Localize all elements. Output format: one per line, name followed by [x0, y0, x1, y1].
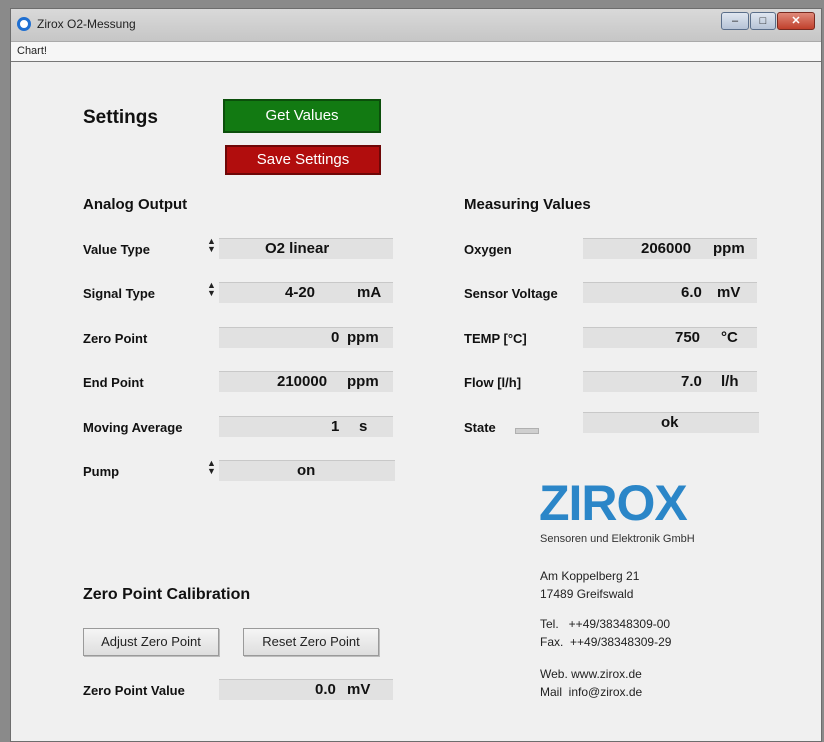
- contact-tel: Tel. ++49/38348309-00: [540, 617, 671, 631]
- pump-field[interactable]: on: [219, 460, 395, 481]
- moving-average-label: Moving Average: [83, 420, 183, 435]
- app-window: Zirox O2-Messung – □ ✕ Chart! Settings G…: [10, 8, 822, 742]
- sensor-voltage-label: Sensor Voltage: [464, 286, 558, 301]
- sensor-voltage-value: 6.0: [681, 284, 702, 301]
- oxygen-value: 206000: [641, 240, 692, 257]
- temp-field: 750 °C: [583, 327, 757, 348]
- state-field: ok: [583, 412, 759, 433]
- measuring-values-title: Measuring Values: [464, 196, 591, 213]
- temp-unit: °C: [721, 329, 738, 346]
- flow-value: 7.0: [681, 373, 702, 390]
- oxygen-label: Oxygen: [464, 242, 512, 257]
- minimize-button[interactable]: –: [721, 12, 749, 30]
- signal-type-field[interactable]: 4-20 mA: [219, 282, 393, 303]
- signal-type-unit: mA: [357, 284, 382, 301]
- pump-value: on: [297, 462, 316, 479]
- value-type-value: O2 linear: [265, 240, 330, 257]
- analog-output-title: Analog Output: [83, 196, 188, 213]
- end-point-label: End Point: [83, 375, 144, 390]
- signal-type-label: Signal Type: [83, 286, 155, 301]
- state-label: State: [464, 420, 496, 435]
- zero-point-value-unit: mV: [347, 681, 371, 698]
- zero-point-field[interactable]: 0 ppm: [219, 327, 393, 348]
- zero-point-value-label: Zero Point Value: [83, 683, 185, 698]
- zero-point-unit: ppm: [347, 329, 379, 346]
- signal-type-value: 4-20: [285, 284, 316, 301]
- app-icon: [17, 17, 31, 31]
- moving-average-value: 1: [331, 418, 340, 435]
- zero-point-label: Zero Point: [83, 331, 148, 346]
- end-point-unit: ppm: [347, 373, 379, 390]
- flow-label: Flow [l/h]: [464, 375, 522, 390]
- temp-value: 750: [675, 329, 701, 346]
- signal-type-spinner-icon[interactable]: ▲ ▼: [207, 281, 216, 301]
- end-point-value: 210000: [277, 373, 328, 390]
- pump-label: Pump: [83, 464, 120, 479]
- end-point-field[interactable]: 210000 ppm: [219, 371, 393, 392]
- window-title: Zirox O2-Messung: [37, 17, 136, 31]
- temp-label: TEMP [°C]: [464, 331, 527, 346]
- company-tagline: Sensoren und Elektronik GmbH: [540, 533, 695, 545]
- reset-zero-point-button[interactable]: Reset Zero Point: [243, 628, 379, 656]
- menu-item-chart[interactable]: Chart!: [17, 45, 47, 57]
- maximize-button[interactable]: □: [750, 12, 776, 30]
- state-indicator-icon: [515, 428, 539, 434]
- flow-unit: l/h: [721, 373, 739, 390]
- value-type-label: Value Type: [83, 242, 150, 257]
- menu-bar: Chart!: [11, 42, 821, 62]
- sensor-voltage-unit: mV: [717, 284, 741, 301]
- zero-point-calibration-title: Zero Point Calibration: [83, 586, 251, 603]
- flow-field: 7.0 l/h: [583, 371, 757, 392]
- oxygen-unit: ppm: [713, 240, 745, 257]
- address-city: 17489 Greifswald: [540, 587, 634, 601]
- state-value: ok: [661, 414, 679, 431]
- moving-average-field[interactable]: 1 s: [219, 416, 393, 437]
- contact-web: Web. www.zirox.de: [540, 667, 642, 681]
- zero-point-value-field: 0.0 mV: [219, 679, 393, 700]
- zero-point-value-value: 0.0: [315, 681, 336, 698]
- value-type-field[interactable]: O2 linear: [219, 238, 393, 259]
- moving-average-unit: s: [359, 418, 368, 435]
- adjust-zero-point-button[interactable]: Adjust Zero Point: [83, 628, 219, 656]
- save-settings-button[interactable]: Save Settings: [225, 145, 381, 175]
- sensor-voltage-field: 6.0 mV: [583, 282, 757, 303]
- contact-mail: Mail info@zirox.de: [540, 685, 643, 699]
- settings-title: Settings: [83, 107, 158, 128]
- value-type-spinner-icon[interactable]: ▲ ▼: [207, 237, 216, 257]
- oxygen-field: 206000 ppm: [583, 238, 757, 259]
- zirox-logo: ZIROX: [539, 475, 688, 531]
- pump-spinner-icon[interactable]: ▲ ▼: [207, 459, 216, 479]
- close-button[interactable]: ✕: [777, 12, 815, 30]
- title-bar[interactable]: Zirox O2-Messung – □ ✕: [11, 9, 821, 42]
- get-values-button[interactable]: Get Values: [223, 99, 381, 133]
- contact-fax: Fax. ++49/38348309-29: [540, 635, 672, 649]
- address-street: Am Koppelberg 21: [540, 569, 640, 583]
- zero-point-value: 0: [331, 329, 340, 346]
